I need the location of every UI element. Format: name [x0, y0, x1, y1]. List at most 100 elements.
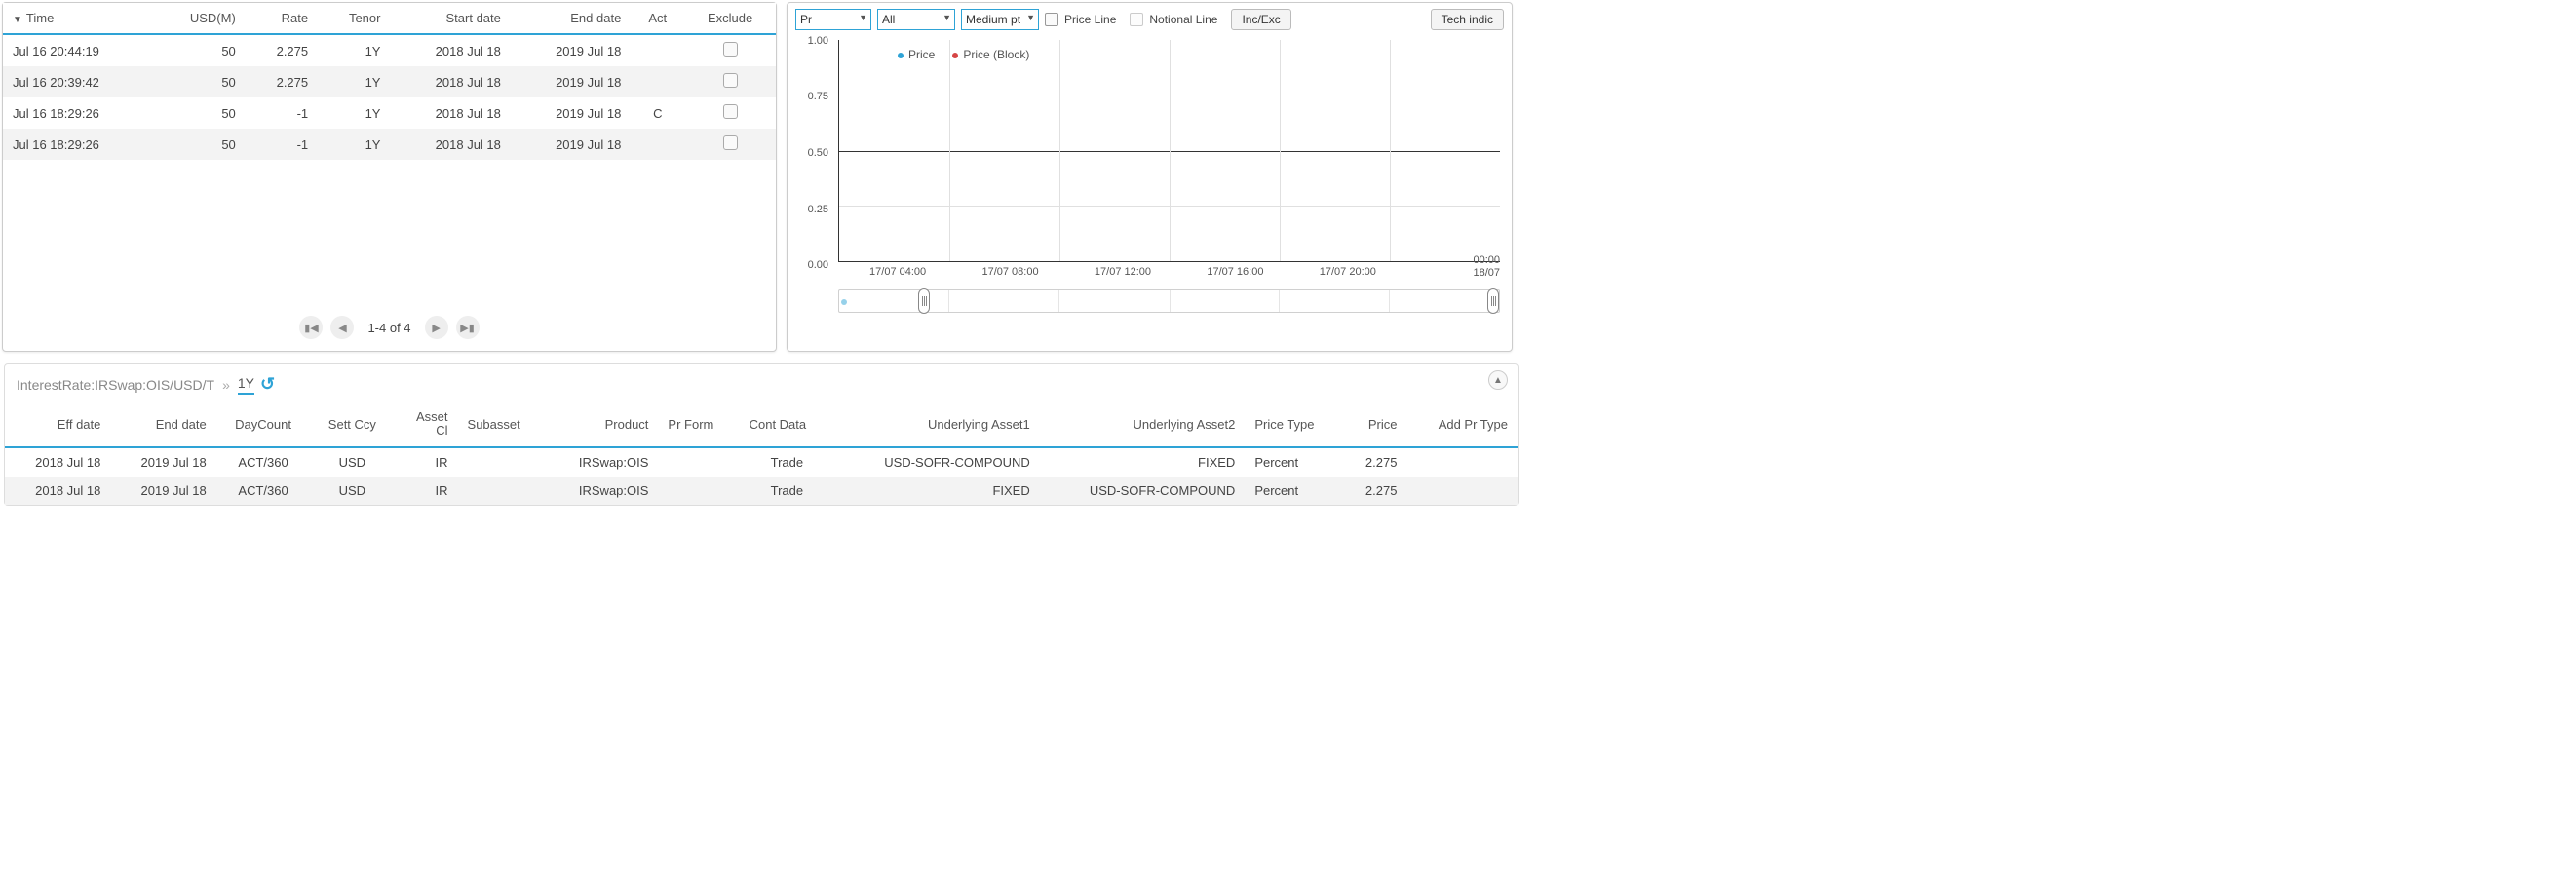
cell-usdm: 50 [153, 66, 246, 97]
trades-table: ▼Time USD(M) Rate Tenor Start date End d… [3, 3, 776, 160]
y-tick: 0.25 [808, 204, 828, 215]
col-pr-form[interactable]: Pr Form [658, 402, 739, 447]
cell-act: C [631, 97, 684, 129]
pager-first-icon[interactable]: ▮◀ [299, 316, 323, 339]
cell-rate: 2.275 [246, 66, 318, 97]
cell-a2: FIXED [1040, 447, 1246, 477]
table-row[interactable]: Jul 16 18:29:2650-11Y2018 Jul 182019 Jul… [3, 97, 776, 129]
col-daycount[interactable]: DayCount [216, 402, 311, 447]
cell-act [631, 34, 684, 66]
chart-legend: Price Price (Block) [898, 48, 1029, 61]
cell-usdm: 50 [153, 34, 246, 66]
back-icon[interactable]: ↺ [260, 374, 275, 395]
cell-rate: -1 [246, 97, 318, 129]
col-under-asset1[interactable]: Underlying Asset1 [834, 402, 1040, 447]
cell-tenor: 1Y [318, 97, 390, 129]
cell-exclude [684, 97, 776, 129]
cell-start: 2018 Jul 18 [390, 34, 510, 66]
cell-product: IRSwap:OIS [548, 447, 659, 477]
col-tenor[interactable]: Tenor [318, 3, 390, 34]
col-add-pr-type[interactable]: Add Pr Type [1406, 402, 1518, 447]
exclude-checkbox[interactable] [723, 104, 738, 119]
col-rate[interactable]: Rate [246, 3, 318, 34]
col-price[interactable]: Price [1343, 402, 1406, 447]
y-tick: 0.00 [808, 259, 828, 271]
collapse-up-icon[interactable]: ▲ [1488, 370, 1508, 390]
range-handle-left[interactable] [918, 288, 930, 314]
cell-a1: FIXED [834, 477, 1040, 505]
breadcrumb: InterestRate:IRSwap:OIS/USD/T » 1Y ↺ [5, 370, 1518, 402]
cell-prform [658, 477, 739, 505]
cell-subasset [458, 477, 548, 505]
cell-time: Jul 16 18:29:26 [3, 97, 153, 129]
breadcrumb-path[interactable]: InterestRate:IRSwap:OIS/USD/T [17, 377, 214, 393]
sort-desc-icon: ▼ [13, 15, 22, 25]
table-row[interactable]: 2018 Jul 182019 Jul 18ACT/360USDIRIRSwap… [5, 477, 1518, 505]
pager-next-icon[interactable]: ▶ [425, 316, 448, 339]
pager-prev-icon[interactable]: ◀ [330, 316, 354, 339]
cell-end: 2019 Jul 18 [110, 447, 215, 477]
notional-line-checkbox[interactable] [1130, 13, 1143, 26]
col-end[interactable]: End date [511, 3, 631, 34]
cell-start: 2018 Jul 18 [390, 97, 510, 129]
y-tick: 0.75 [808, 91, 828, 102]
cell-prform [658, 447, 739, 477]
col-act[interactable]: Act [631, 3, 684, 34]
cell-rate: 2.275 [246, 34, 318, 66]
col-product[interactable]: Product [548, 402, 659, 447]
pointsize-select[interactable]: Medium pt [961, 9, 1039, 30]
col-exclude[interactable]: Exclude [684, 3, 776, 34]
chart-area[interactable]: 1.00 0.75 0.50 0.25 0.00 Price Price (Bl… [795, 36, 1504, 289]
cell-price: 2.275 [1343, 447, 1406, 477]
cell-act [631, 129, 684, 160]
col-subasset[interactable]: Subasset [458, 402, 548, 447]
range-dot-icon [841, 299, 847, 305]
cell-usdm: 50 [153, 129, 246, 160]
tech-indic-button[interactable]: Tech indic [1431, 9, 1504, 30]
legend-dot-price-icon [898, 53, 904, 58]
table-row[interactable]: 2018 Jul 182019 Jul 18ACT/360USDIRIRSwap… [5, 447, 1518, 477]
col-time[interactable]: ▼Time [3, 3, 153, 34]
legend-label: Price (Block) [963, 48, 1029, 61]
filter-select[interactable]: All [877, 9, 955, 30]
details-table: Eff date End date DayCount Sett Ccy Asse… [5, 402, 1518, 505]
col-sett-ccy[interactable]: Sett Ccy [310, 402, 394, 447]
exclude-checkbox[interactable] [723, 73, 738, 88]
table-row[interactable]: Jul 16 20:44:19502.2751Y2018 Jul 182019 … [3, 34, 776, 66]
series-select[interactable]: Pr [795, 9, 871, 30]
cell-eff: 2018 Jul 18 [5, 477, 110, 505]
col-cont-data[interactable]: Cont Data [740, 402, 835, 447]
price-line-label: Price Line [1064, 13, 1116, 26]
cell-daycount: ACT/360 [216, 447, 311, 477]
col-under-asset2[interactable]: Underlying Asset2 [1040, 402, 1246, 447]
col-asset-cl[interactable]: AssetCl [394, 402, 457, 447]
col-start[interactable]: Start date [390, 3, 510, 34]
cell-start: 2018 Jul 18 [390, 129, 510, 160]
exclude-checkbox[interactable] [723, 135, 738, 150]
cell-product: IRSwap:OIS [548, 477, 659, 505]
time-range-slider[interactable] [838, 289, 1500, 313]
range-handle-right[interactable] [1487, 288, 1499, 314]
cell-usdm: 50 [153, 97, 246, 129]
cell-asset: IR [394, 447, 457, 477]
cell-end: 2019 Jul 18 [511, 129, 631, 160]
cell-sett: USD [310, 477, 394, 505]
table-row[interactable]: Jul 16 18:29:2650-11Y2018 Jul 182019 Jul… [3, 129, 776, 160]
y-axis: 1.00 0.75 0.50 0.25 0.00 [795, 36, 834, 270]
col-usdm[interactable]: USD(M) [153, 3, 246, 34]
cell-start: 2018 Jul 18 [390, 66, 510, 97]
breadcrumb-current[interactable]: 1Y [238, 375, 254, 395]
x-axis: 17/07 04:00 17/07 08:00 17/07 12:00 17/0… [838, 266, 1500, 280]
pager-text: 1-4 of 4 [362, 321, 416, 335]
col-end-date[interactable]: End date [110, 402, 215, 447]
col-price-type[interactable]: Price Type [1245, 402, 1343, 447]
pager-last-icon[interactable]: ▶▮ [456, 316, 480, 339]
cell-tenor: 1Y [318, 66, 390, 97]
col-eff-date[interactable]: Eff date [5, 402, 110, 447]
inc-exc-button[interactable]: Inc/Exc [1231, 9, 1290, 30]
x-tick: 17/07 08:00 [981, 266, 1038, 278]
cell-addpr [1406, 477, 1518, 505]
table-row[interactable]: Jul 16 20:39:42502.2751Y2018 Jul 182019 … [3, 66, 776, 97]
exclude-checkbox[interactable] [723, 42, 738, 57]
price-line-checkbox[interactable] [1045, 13, 1058, 26]
